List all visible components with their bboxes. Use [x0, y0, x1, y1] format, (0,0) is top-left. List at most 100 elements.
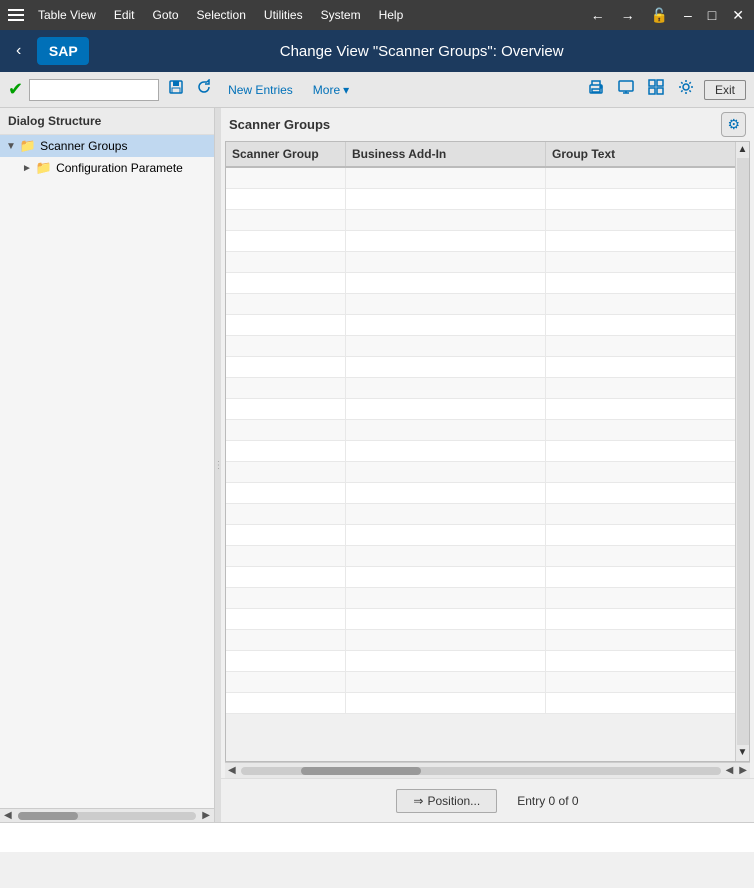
cell-scanner-group [226, 273, 346, 293]
left-horizontal-scrollbar[interactable]: ◀ ▶ [0, 808, 214, 822]
table-row[interactable] [226, 546, 735, 567]
hamburger-menu[interactable] [4, 5, 28, 25]
check-icon[interactable]: ✔ [8, 79, 23, 100]
layout-button[interactable] [644, 75, 668, 104]
table-row[interactable] [226, 252, 735, 273]
minimize-btn[interactable]: – [678, 5, 698, 25]
table-row[interactable] [226, 609, 735, 630]
table-row[interactable] [226, 315, 735, 336]
table-row[interactable] [226, 189, 735, 210]
folder-icon: 📁 [20, 138, 36, 154]
cell-badi [346, 483, 546, 503]
cell-group-text [546, 252, 735, 272]
hscroll-next-arrow[interactable]: ▶ [736, 763, 750, 778]
table-row[interactable] [226, 588, 735, 609]
table-row[interactable] [226, 336, 735, 357]
maximize-btn[interactable]: □ [702, 5, 722, 25]
table-row[interactable] [226, 630, 735, 651]
cell-group-text [546, 168, 735, 188]
table-row[interactable] [226, 483, 735, 504]
cell-scanner-group [226, 252, 346, 272]
back-button[interactable]: ‹ [8, 38, 29, 64]
hscroll-thumb[interactable] [301, 767, 421, 775]
tree-item-scanner-groups[interactable]: ▼ 📁 Scanner Groups [0, 135, 214, 157]
close-btn[interactable]: ✕ [726, 5, 750, 26]
left-scroll-thumb[interactable] [18, 812, 78, 820]
vscroll-up-arrow[interactable]: ▲ [736, 142, 750, 158]
settings-toolbar-button[interactable] [674, 75, 698, 104]
cell-group-text [546, 567, 735, 587]
cell-badi [346, 420, 546, 440]
table-row[interactable] [226, 210, 735, 231]
cell-group-text [546, 651, 735, 671]
table-row[interactable] [226, 357, 735, 378]
table-row[interactable] [226, 420, 735, 441]
new-entries-button[interactable]: New Entries [221, 80, 300, 100]
command-input[interactable] [29, 79, 159, 101]
table-row[interactable] [226, 441, 735, 462]
refresh-button[interactable] [193, 76, 215, 103]
cell-group-text [546, 693, 735, 713]
vscroll-track[interactable] [737, 158, 749, 745]
table-row[interactable] [226, 651, 735, 672]
position-label: Position... [427, 794, 480, 808]
hscroll-left-arrow[interactable]: ◀ [225, 763, 239, 778]
cell-badi [346, 462, 546, 482]
left-scroll-right-arrow[interactable]: ▶ [198, 808, 214, 822]
sap-logo: SAP [37, 37, 89, 65]
cell-group-text [546, 231, 735, 251]
screen-button[interactable] [614, 75, 638, 104]
table-row[interactable] [226, 273, 735, 294]
menu-goto[interactable]: Goto [145, 4, 187, 26]
menu-selection[interactable]: Selection [189, 4, 254, 26]
table-settings-icon[interactable]: ⚙ [721, 112, 746, 137]
hscroll-prev-arrow[interactable]: ◀ [723, 763, 737, 778]
nav-back-btn[interactable]: ← [585, 5, 611, 25]
hscroll-end-arrows: ◀ ▶ [723, 763, 750, 778]
cell-group-text [546, 399, 735, 419]
table-horizontal-scrollbar[interactable]: ◀ ◀ ▶ [225, 762, 750, 778]
menu-tableview[interactable]: Table View [30, 4, 104, 26]
table-header-row: Scanner Groups ⚙ [221, 108, 754, 141]
expand-icon-2: ► [22, 163, 32, 174]
hscroll-track[interactable] [241, 767, 721, 775]
menu-edit[interactable]: Edit [106, 4, 143, 26]
exit-button[interactable]: Exit [704, 80, 746, 100]
save-button[interactable] [165, 76, 187, 103]
table-row[interactable] [226, 693, 735, 714]
position-button[interactable]: ⇒ Position... [396, 789, 497, 813]
menu-system[interactable]: System [313, 4, 369, 26]
tree-item-config-params[interactable]: ► 📁 Configuration Paramete [0, 157, 214, 179]
table-row[interactable] [226, 462, 735, 483]
table-row[interactable] [226, 399, 735, 420]
cell-scanner-group [226, 525, 346, 545]
print-button[interactable] [584, 75, 608, 104]
cell-badi [346, 336, 546, 356]
key-icon[interactable]: 🔓 [645, 5, 674, 26]
vertical-scrollbar[interactable]: ▲ ▼ [735, 142, 749, 761]
vscroll-down-arrow[interactable]: ▼ [736, 745, 750, 761]
entry-info: Entry 0 of 0 [517, 794, 578, 808]
table-row[interactable] [226, 378, 735, 399]
cell-scanner-group [226, 588, 346, 608]
nav-forward-btn[interactable]: → [615, 5, 641, 25]
cell-badi [346, 630, 546, 650]
menu-utilities[interactable]: Utilities [256, 4, 311, 26]
table-body [226, 168, 735, 761]
table-row[interactable] [226, 168, 735, 189]
menu-help[interactable]: Help [371, 4, 412, 26]
cell-badi [346, 504, 546, 524]
table-row[interactable] [226, 504, 735, 525]
left-scroll-left-arrow[interactable]: ◀ [0, 808, 16, 822]
left-scroll-track[interactable] [18, 812, 197, 820]
table-row[interactable] [226, 672, 735, 693]
table-row[interactable] [226, 231, 735, 252]
cell-group-text [546, 210, 735, 230]
left-panel: Dialog Structure ▼ 📁 Scanner Groups ► 📁 … [0, 108, 215, 822]
table-row[interactable] [226, 567, 735, 588]
main-content: Dialog Structure ▼ 📁 Scanner Groups ► 📁 … [0, 108, 754, 822]
table-row[interactable] [226, 525, 735, 546]
cell-group-text [546, 357, 735, 377]
more-button[interactable]: More ▾ [306, 80, 356, 100]
table-row[interactable] [226, 294, 735, 315]
